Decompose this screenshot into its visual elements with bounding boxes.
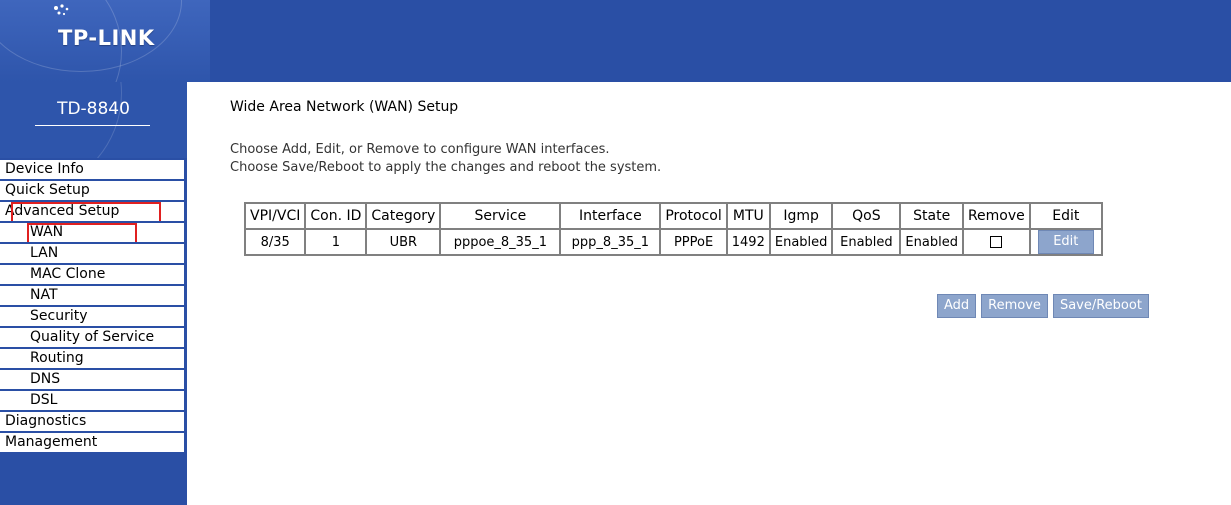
column-header-remove: Remove — [962, 203, 1030, 229]
remove-checkbox[interactable] — [990, 236, 1003, 248]
cell-remove — [962, 229, 1030, 255]
cell-edit: Edit — [1029, 229, 1102, 255]
sidebar-item-wan[interactable]: WAN — [0, 223, 187, 242]
column-header-mtu: MTU — [726, 203, 770, 229]
description-line-2: Choose Save/Reboot to apply the changes … — [230, 160, 662, 175]
remove-button[interactable]: Remove — [981, 294, 1048, 318]
sidebar-item-mac-clone[interactable]: MAC Clone — [0, 265, 187, 284]
page-title: Wide Area Network (WAN) Setup — [230, 99, 459, 115]
sidebar-item-diagnostics[interactable]: Diagnostics — [0, 412, 187, 431]
model-name: TD-8840 — [57, 99, 130, 119]
wan-interfaces-table: VPI/VCI Con. ID Category Service Interfa… — [244, 202, 1103, 256]
cell-vpi-vci: 8/35 — [245, 229, 306, 255]
column-header-interface: Interface — [560, 203, 661, 229]
column-header-protocol: Protocol — [660, 203, 727, 229]
cell-service: pppoe_8_35_1 — [440, 229, 561, 255]
column-header-qos: QoS — [832, 203, 901, 229]
edit-button[interactable]: Edit — [1037, 230, 1094, 254]
cell-mtu: 1492 — [726, 229, 770, 255]
sidebar-item-nat[interactable]: NAT — [0, 286, 187, 305]
column-header-edit: Edit — [1029, 203, 1102, 229]
sidebar-item-quality-of-service[interactable]: Quality of Service — [0, 328, 187, 347]
tplink-logo-icon — [54, 4, 69, 16]
header-banner: TP-LINK — [0, 0, 1231, 82]
logo-area: TP-LINK — [0, 0, 210, 82]
decorative-arc — [0, 82, 122, 158]
cell-protocol: PPPoE — [660, 229, 727, 255]
sidebar-item-dns[interactable]: DNS — [0, 370, 187, 389]
sidebar-item-lan[interactable]: LAN — [0, 244, 187, 263]
column-header-state: State — [900, 203, 963, 229]
add-button[interactable]: Add — [937, 294, 977, 318]
cell-interface: ppp_8_35_1 — [560, 229, 661, 255]
model-underline — [35, 125, 150, 126]
sidebar-item-dsl[interactable]: DSL — [0, 391, 187, 410]
column-header-igmp: Igmp — [769, 203, 833, 229]
sidebar-menu: Device Info Quick Setup Advanced Setup W… — [0, 160, 187, 454]
action-buttons: Add Remove Save/Reboot — [932, 294, 1149, 318]
cell-con-id: 1 — [305, 229, 367, 255]
sidebar: TD-8840 Device Info Quick Setup Advanced… — [0, 82, 187, 505]
table-header-row: VPI/VCI Con. ID Category Service Interfa… — [245, 203, 1102, 229]
cell-igmp: Enabled — [769, 229, 833, 255]
column-header-service: Service — [440, 203, 561, 229]
description-line-1: Choose Add, Edit, or Remove to configure… — [230, 142, 610, 157]
sidebar-item-device-info[interactable]: Device Info — [0, 160, 187, 179]
cell-state: Enabled — [900, 229, 963, 255]
cell-category: UBR — [366, 229, 441, 255]
sidebar-item-advanced-setup[interactable]: Advanced Setup — [0, 202, 187, 221]
sidebar-item-management[interactable]: Management — [0, 433, 187, 452]
sidebar-item-quick-setup[interactable]: Quick Setup — [0, 181, 187, 200]
cell-qos: Enabled — [832, 229, 901, 255]
column-header-category: Category — [366, 203, 441, 229]
sidebar-item-routing[interactable]: Routing — [0, 349, 187, 368]
sidebar-item-security[interactable]: Security — [0, 307, 187, 326]
column-header-con-id: Con. ID — [305, 203, 367, 229]
model-box: TD-8840 — [0, 82, 187, 158]
column-header-vpi-vci: VPI/VCI — [245, 203, 306, 229]
brand-logo: TP-LINK — [58, 26, 155, 50]
table-row: 8/35 1 UBR pppoe_8_35_1 ppp_8_35_1 PPPoE… — [245, 229, 1102, 255]
save-reboot-button[interactable]: Save/Reboot — [1052, 294, 1149, 318]
